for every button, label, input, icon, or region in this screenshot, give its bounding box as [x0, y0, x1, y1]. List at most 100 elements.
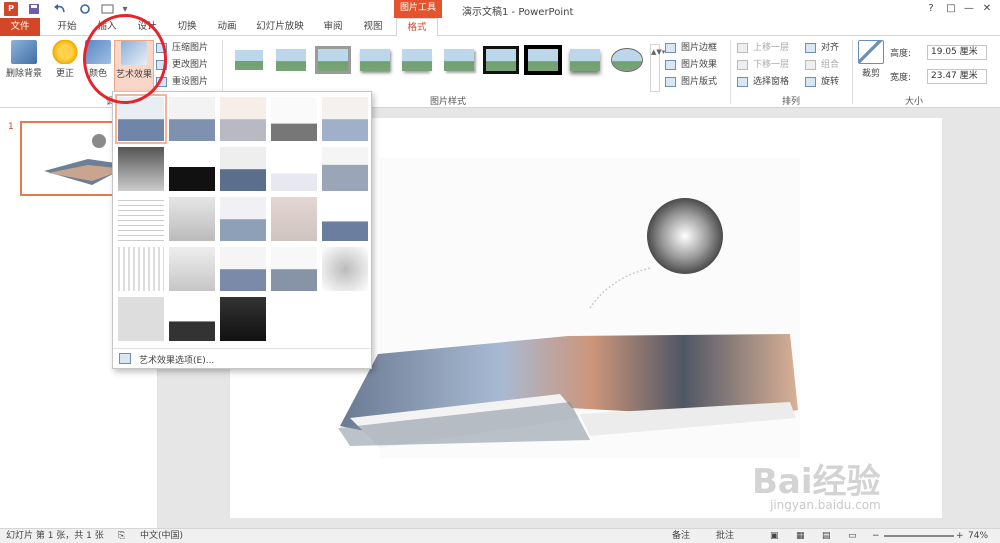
- artistic-effect-10[interactable]: [322, 147, 368, 191]
- comments-button[interactable]: 批注: [716, 529, 734, 543]
- height-label: 高度:: [890, 49, 912, 59]
- artistic-effect-2[interactable]: [169, 97, 215, 141]
- artistic-effect-13[interactable]: [220, 197, 266, 241]
- bring-forward-icon: [737, 43, 748, 53]
- tab-slideshow[interactable]: 幻灯片放映: [250, 18, 310, 36]
- crop-button[interactable]: 裁剪: [856, 40, 886, 79]
- artistic-effect-22[interactable]: [169, 297, 215, 341]
- picture-effects-button[interactable]: 图片效果: [665, 57, 717, 73]
- undo-icon[interactable]: [50, 2, 70, 16]
- spell-check-icon[interactable]: ⎘: [118, 529, 125, 543]
- picture-style-8[interactable]: [524, 45, 562, 77]
- picture-style-6[interactable]: [440, 45, 478, 77]
- zoom-out-icon[interactable]: −: [872, 529, 880, 543]
- artistic-effect-9[interactable]: [271, 147, 317, 191]
- styles-scroll-button[interactable]: ▲▼▾: [650, 44, 665, 92]
- tab-file[interactable]: 文件: [0, 18, 40, 36]
- selection-pane-button[interactable]: 选择窗格: [737, 74, 789, 90]
- artistic-effect-20[interactable]: [322, 247, 368, 291]
- tab-format[interactable]: 格式: [396, 18, 438, 37]
- save-icon[interactable]: [27, 2, 41, 16]
- remove-background-button[interactable]: 删除背景: [4, 40, 44, 79]
- tab-view[interactable]: 视图: [358, 18, 388, 36]
- artistic-effect-15[interactable]: [322, 197, 368, 241]
- artistic-effect-23[interactable]: [220, 297, 266, 341]
- zoom-in-icon[interactable]: +: [956, 529, 964, 543]
- style-preview: [402, 49, 432, 71]
- tab-home[interactable]: 开始: [52, 18, 82, 36]
- remove-background-icon: [11, 40, 37, 64]
- close-button[interactable]: ✕: [976, 1, 998, 17]
- arrange-group-label: 排列: [782, 97, 801, 107]
- artistic-effect-11[interactable]: [118, 197, 164, 241]
- picture-style-2[interactable]: [272, 45, 310, 77]
- send-backward-button[interactable]: 下移一层: [737, 57, 789, 73]
- picture-style-1[interactable]: [230, 45, 268, 77]
- artistic-effect-19[interactable]: [271, 247, 317, 291]
- artistic-effect-8[interactable]: [220, 147, 266, 191]
- artistic-effect-6[interactable]: [118, 147, 164, 191]
- style-preview: [483, 46, 519, 74]
- height-field[interactable]: 19.05 厘米: [927, 45, 987, 60]
- picture-styles-group-label: 图片样式: [430, 97, 467, 107]
- tab-animations[interactable]: 动画: [212, 18, 242, 36]
- picture-style-9[interactable]: [566, 45, 604, 77]
- picture-style-4[interactable]: [356, 45, 394, 77]
- rotate-label: 旋转: [821, 77, 840, 87]
- baidu-watermark: Bai经验: [752, 462, 881, 502]
- bring-forward-button[interactable]: 上移一层: [737, 40, 789, 56]
- align-button[interactable]: 对齐: [805, 40, 839, 56]
- picture-border-button[interactable]: 图片边框: [665, 40, 717, 56]
- zoom-slider[interactable]: [884, 535, 954, 537]
- style-preview: [360, 49, 390, 71]
- tab-transitions[interactable]: 切换: [172, 18, 202, 36]
- picture-effects-label: 图片效果: [681, 60, 718, 70]
- artistic-effect-18[interactable]: [220, 247, 266, 291]
- normal-view-icon[interactable]: ▣: [770, 529, 779, 543]
- artistic-effect-21[interactable]: [118, 297, 164, 341]
- artistic-effect-5[interactable]: [322, 97, 368, 141]
- reading-view-icon[interactable]: ▤: [822, 529, 831, 543]
- artistic-effect-16[interactable]: [118, 247, 164, 291]
- slide-number: 1: [8, 122, 14, 132]
- slide-sorter-icon[interactable]: ▦: [796, 529, 805, 543]
- status-bar: 幻灯片 第 1 张，共 1 张 ⎘ 中文(中国) 备注 批注 ▣ ▦ ▤ ▭ −…: [0, 528, 1000, 543]
- picture-style-3[interactable]: [314, 45, 352, 77]
- artistic-effect-3[interactable]: [220, 97, 266, 141]
- border-icon: [665, 43, 676, 53]
- help-button[interactable]: ?: [920, 1, 942, 17]
- notes-button[interactable]: 备注: [672, 529, 690, 543]
- picture-style-5[interactable]: [398, 45, 436, 77]
- artistic-effect-14[interactable]: [271, 197, 317, 241]
- selection-pane-label: 选择窗格: [753, 77, 790, 87]
- corrections-label: 更正: [55, 69, 74, 79]
- picture-style-7[interactable]: [482, 45, 520, 77]
- picture-style-10[interactable]: [608, 45, 646, 77]
- group-button[interactable]: 组合: [805, 57, 839, 73]
- rotate-button[interactable]: 旋转: [805, 74, 839, 90]
- corrections-button[interactable]: 更正: [48, 40, 82, 79]
- artistic-effect-7[interactable]: [169, 147, 215, 191]
- crop-label: 裁剪: [861, 69, 880, 79]
- artistic-effects-options-button[interactable]: 艺术效果选项(E)...: [113, 348, 371, 368]
- zoom-level[interactable]: 74%: [968, 529, 988, 543]
- artistic-effect-17[interactable]: [169, 247, 215, 291]
- start-from-beginning-icon[interactable]: [100, 2, 116, 16]
- width-field[interactable]: 23.47 厘米: [927, 69, 987, 84]
- tab-review[interactable]: 审阅: [318, 18, 348, 36]
- redo-icon[interactable]: [78, 2, 92, 16]
- group-label: 组合: [821, 60, 840, 70]
- reset-picture-label: 重设图片: [172, 77, 209, 87]
- language[interactable]: 中文(中国): [140, 529, 183, 543]
- reset-picture-button[interactable]: 重设图片: [156, 74, 208, 90]
- layout-icon: [665, 77, 676, 87]
- picture-layout-button[interactable]: 图片版式: [665, 74, 717, 90]
- send-backward-icon: [737, 60, 748, 70]
- artistic-effect-4[interactable]: [271, 97, 317, 141]
- artistic-effect-12[interactable]: [169, 197, 215, 241]
- style-preview: [315, 46, 351, 74]
- picture-tools-context-label: 图片工具: [394, 0, 442, 18]
- picture-border-label: 图片边框: [681, 43, 718, 53]
- slideshow-icon[interactable]: ▭: [848, 529, 857, 543]
- rotate-icon: [805, 77, 816, 87]
